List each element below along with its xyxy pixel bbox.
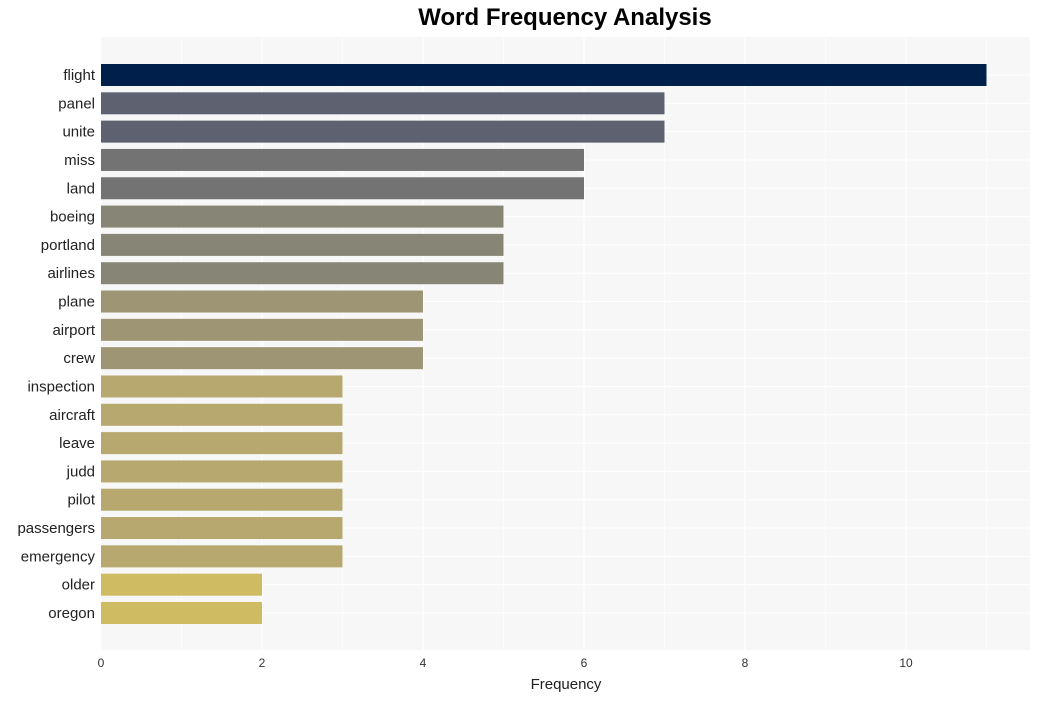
category-label-panel: panel xyxy=(58,95,95,112)
bar-flight xyxy=(101,64,987,86)
bar-miss xyxy=(101,148,584,171)
category-label-aircraft: aircraft xyxy=(49,407,96,424)
category-label-unite: unite xyxy=(62,124,95,141)
bar-older xyxy=(101,573,262,596)
x-tick-label: 0 xyxy=(98,656,105,670)
x-tick-labels: 0 2 4 6 8 10 xyxy=(98,656,913,670)
bar-unite xyxy=(101,120,665,143)
category-label-airlines: airlines xyxy=(47,265,95,282)
x-tick-label: 6 xyxy=(581,656,588,670)
category-label-emergency: emergency xyxy=(21,548,96,565)
bar-leave xyxy=(101,432,343,455)
x-tick-label: 8 xyxy=(742,656,749,670)
category-label-plane: plane xyxy=(58,294,95,311)
x-tick-label: 4 xyxy=(420,656,427,670)
bar-boeing xyxy=(101,205,504,228)
x-tick-label: 2 xyxy=(259,656,266,670)
category-label-judd: judd xyxy=(66,463,95,480)
x-axis-title: Frequency xyxy=(531,676,602,693)
category-label-flight: flight xyxy=(63,67,96,84)
bar-crew xyxy=(101,347,423,370)
bar-aircraft xyxy=(101,403,343,426)
category-label-passengers: passengers xyxy=(17,520,95,537)
bar-airport xyxy=(101,318,423,341)
category-label-oregon: oregon xyxy=(48,605,95,622)
category-label-older: older xyxy=(62,577,95,594)
bar-panel xyxy=(101,92,665,115)
bar-emergency xyxy=(101,545,343,568)
bar-judd xyxy=(101,460,343,483)
bar-inspection xyxy=(101,375,343,398)
bar-plane xyxy=(101,290,423,313)
category-label-leave: leave xyxy=(59,435,95,452)
category-label-airport: airport xyxy=(52,322,95,339)
category-labels: flight panel unite miss land boeing portland ai… xyxy=(17,67,95,622)
category-label-inspection: inspection xyxy=(27,378,95,395)
category-label-boeing: boeing xyxy=(50,209,95,226)
category-label-portland: portland xyxy=(41,237,95,254)
category-label-crew: crew xyxy=(63,350,95,367)
bar-airlines xyxy=(101,262,504,285)
x-tick-label: 10 xyxy=(899,656,913,670)
category-label-land: land xyxy=(67,180,95,197)
bar-oregon xyxy=(101,602,262,624)
bar-passengers xyxy=(101,517,343,540)
bar-chart: flight panel unite miss land boeing portland ai… xyxy=(17,37,1030,693)
bar-pilot xyxy=(101,488,343,511)
bar-portland xyxy=(101,233,504,256)
category-label-miss: miss xyxy=(64,152,95,169)
category-label-pilot: pilot xyxy=(67,492,95,509)
bar-land xyxy=(101,177,584,200)
